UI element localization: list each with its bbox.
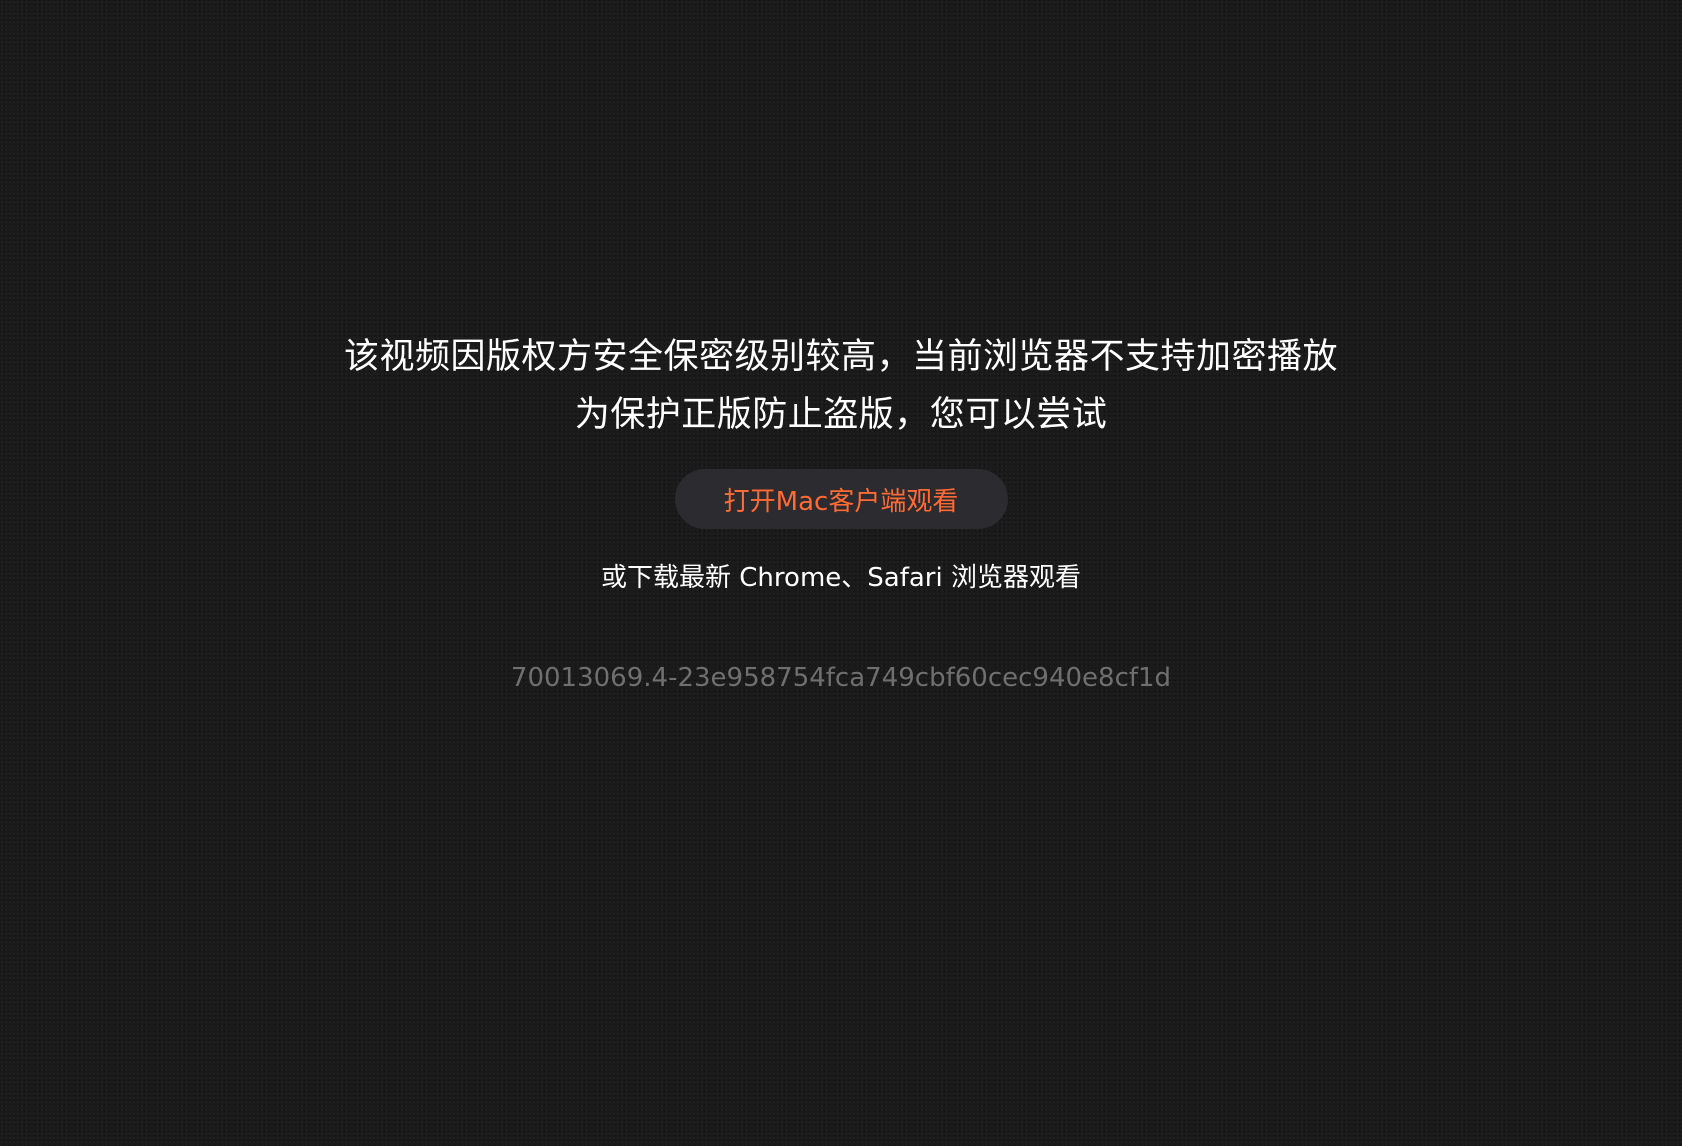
- drm-error-message: 该视频因版权方安全保密级别较高，当前浏览器不支持加密播放 为保护正版防止盗版，您…: [0, 328, 1682, 695]
- video-player-error-panel: 该视频因版权方安全保密级别较高，当前浏览器不支持加密播放 为保护正版防止盗版，您…: [0, 0, 1682, 1146]
- open-mac-client-button[interactable]: 打开Mac客户端观看: [674, 469, 1008, 529]
- error-message-line-2: 为保护正版防止盗版，您可以尝试: [574, 395, 1108, 435]
- error-code: 70013069.4-23e958754fca749cbf60cec940e8c…: [510, 663, 1172, 693]
- alternative-browser-hint: 或下载最新 Chrome、Safari 浏览器观看: [601, 563, 1081, 593]
- error-message-line-1: 该视频因版权方安全保密级别较高，当前浏览器不支持加密播放: [343, 337, 1338, 377]
